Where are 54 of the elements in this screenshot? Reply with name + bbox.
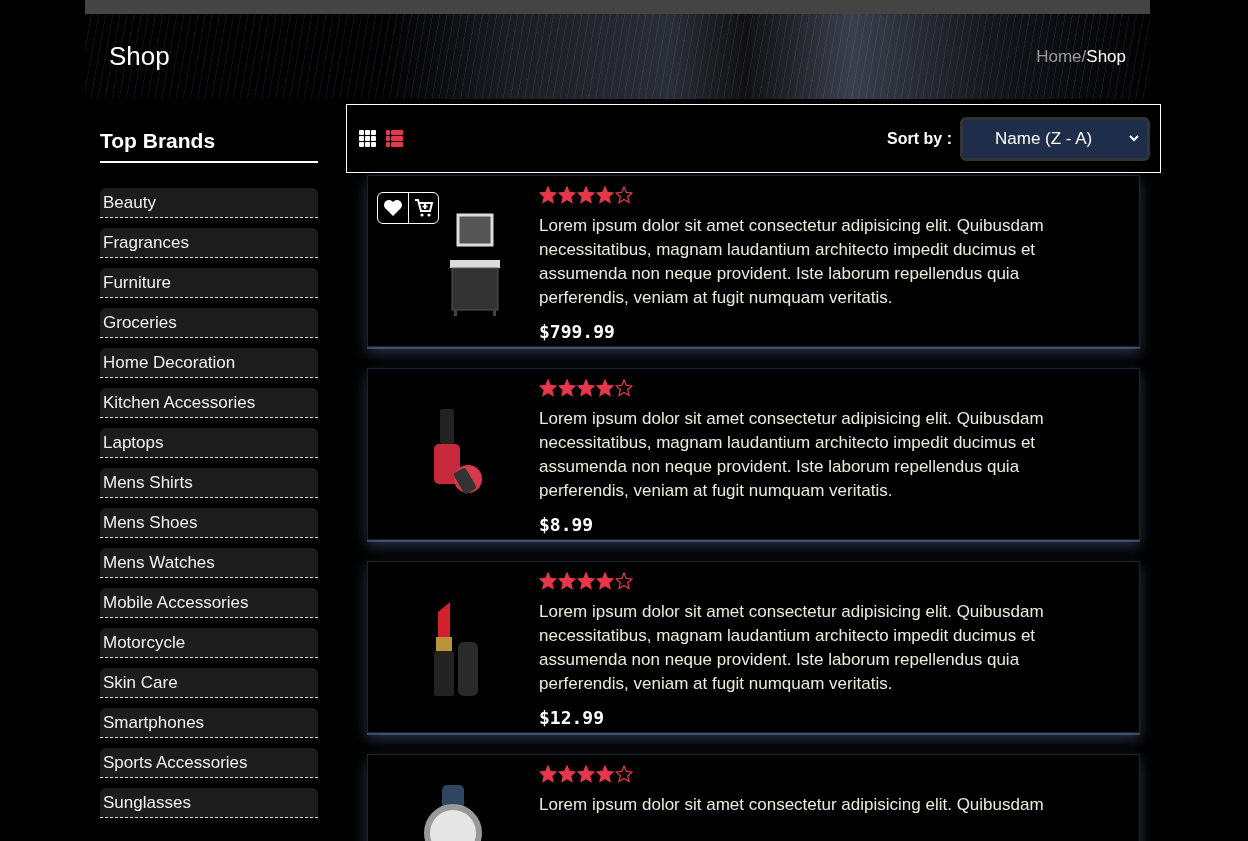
cart-plus-icon xyxy=(413,198,434,218)
breadcrumb-separator: / xyxy=(1081,46,1087,67)
product-description: Lorem ipsum dolor sit amet consectetur adipisicing elit. Quibusdam necessitatibus, magnam laudantium architecto impedit ducimus et assumenda non neque provident. Iste laborum repellendus quia perferendis, veniam at fugit numquam veritatis. xyxy=(539,215,1045,309)
product-price: $799.99 xyxy=(539,321,616,342)
grid-icon xyxy=(359,130,376,147)
brand-item[interactable]: Mobile Accessories xyxy=(100,588,318,618)
star-filled-icon xyxy=(596,186,614,204)
star-filled-icon xyxy=(596,765,614,783)
product-price: $8.99 xyxy=(539,514,595,535)
product-description: Lorem ipsum dolor sit amet consectetur adipisicing elit. Quibusdam necessitatibus, magnam laudantium architecto impedit ducimus et assumenda non neque provident. Iste laborum repellendus quia perferendis, veniam at fugit numquam veritatis. xyxy=(539,601,1045,695)
brand-item[interactable]: Beauty xyxy=(100,188,318,218)
product-description: Lorem ipsum dolor sit amet consectetur adipisicing elit. Quibusdam necessitatibus, magnam laudantium architecto impedit ducimus et assumenda non neque provident. Iste laborum repellendus quia perferendis, veniam at fugit numquam veritatis. xyxy=(539,408,1045,502)
brand-item[interactable]: Sunglasses xyxy=(100,788,318,818)
sort-dropdown[interactable]: Name (Z - A) xyxy=(960,116,1150,161)
brand-item[interactable]: Groceries xyxy=(100,308,318,338)
brand-item[interactable]: Fragrances xyxy=(100,228,318,258)
star-filled-icon xyxy=(577,186,595,204)
star-filled-icon xyxy=(539,186,557,204)
brand-item[interactable]: Furniture xyxy=(100,268,318,298)
star-filled-icon xyxy=(558,572,576,590)
page-title: Shop xyxy=(109,41,170,72)
brand-item[interactable]: Home Decoration xyxy=(100,348,318,378)
brand-item[interactable]: Sports Accessories xyxy=(100,748,318,778)
star-filled-icon xyxy=(558,186,576,204)
star-filled-icon xyxy=(577,765,595,783)
brand-item[interactable]: Mens Shirts xyxy=(100,468,318,498)
star-filled-icon xyxy=(577,572,595,590)
grid-view-button[interactable] xyxy=(357,128,378,149)
star-filled-icon xyxy=(596,379,614,397)
star-filled-icon xyxy=(558,379,576,397)
star-filled-icon xyxy=(577,379,595,397)
sidebar-heading: Top Brands xyxy=(100,129,318,163)
watch-drawing xyxy=(424,785,482,841)
breadcrumb-link[interactable]: Home xyxy=(1036,46,1082,67)
sort-label: Sort by : xyxy=(887,129,952,148)
star-filled-icon xyxy=(539,572,557,590)
star-filled-icon xyxy=(539,765,557,783)
brand-item[interactable]: Kitchen Accessories xyxy=(100,388,318,418)
star-filled-icon xyxy=(596,572,614,590)
chevron-down-icon xyxy=(1129,135,1139,142)
product-description: Lorem ipsum dolor sit amet consectetur adipisicing elit. Quibusdam xyxy=(539,794,1045,816)
brand-item[interactable]: Motorcycle xyxy=(100,628,318,658)
list-view-button[interactable] xyxy=(384,128,405,149)
brand-item[interactable]: Mens Watches xyxy=(100,548,318,578)
star-filled-icon xyxy=(539,379,557,397)
breadcrumb-link[interactable]: Shop xyxy=(1086,46,1126,67)
brand-item[interactable]: Mens Shoes xyxy=(100,508,318,538)
brand-item[interactable]: Smartphones xyxy=(100,708,318,738)
list-icon xyxy=(386,130,403,147)
brand-item[interactable]: Laptops xyxy=(100,428,318,458)
star-filled-icon xyxy=(558,765,576,783)
product-price: $12.99 xyxy=(539,707,606,728)
brand-item[interactable]: Skin Care xyxy=(100,668,318,698)
heart-icon xyxy=(383,198,403,218)
